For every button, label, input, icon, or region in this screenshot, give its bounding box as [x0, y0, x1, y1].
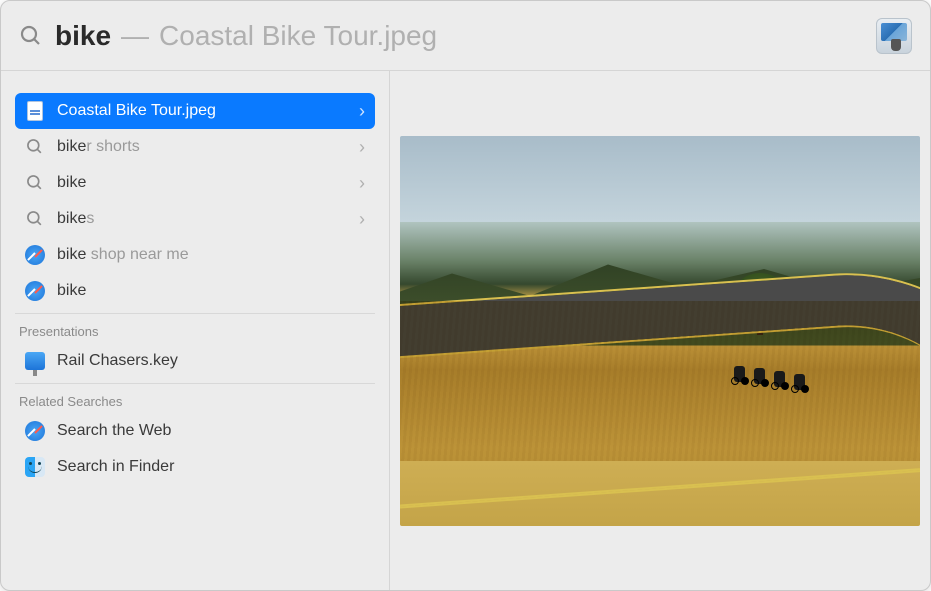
search-icon	[19, 24, 43, 48]
result-suggestion[interactable]: bikes ›	[15, 201, 375, 237]
search-icon	[25, 173, 45, 193]
result-web-suggestion[interactable]: bike shop near me	[15, 237, 375, 273]
section-header-related: Related Searches	[15, 383, 375, 413]
result-label: Search in Finder	[57, 458, 365, 476]
preview-pane	[390, 71, 930, 590]
result-presentation[interactable]: Rail Chasers.key	[15, 343, 375, 379]
chevron-right-icon: ›	[359, 173, 365, 194]
result-label: Search the Web	[57, 422, 365, 440]
search-header: bike — Coastal Bike Tour.jpeg	[1, 1, 930, 71]
result-search-finder[interactable]: Search in Finder	[15, 449, 375, 485]
result-suggestion[interactable]: biker shorts ›	[15, 129, 375, 165]
result-label: biker shorts	[57, 138, 353, 156]
safari-icon	[25, 245, 45, 265]
result-label: bike	[57, 174, 353, 192]
preview-image	[400, 136, 920, 526]
result-label: bike	[57, 282, 365, 300]
result-label: Coastal Bike Tour.jpeg	[57, 102, 353, 120]
result-label: bikes	[57, 210, 353, 228]
search-field[interactable]: bike — Coastal Bike Tour.jpeg	[55, 20, 876, 52]
keynote-icon	[25, 351, 45, 371]
chevron-right-icon: ›	[359, 137, 365, 158]
file-icon	[25, 101, 45, 121]
safari-icon	[25, 421, 45, 441]
section-header-presentations: Presentations	[15, 313, 375, 343]
results-sidebar: Coastal Bike Tour.jpeg › biker shorts › …	[1, 71, 390, 590]
search-query: bike	[55, 20, 111, 52]
result-web-suggestion[interactable]: bike	[15, 273, 375, 309]
result-top-hit[interactable]: Coastal Bike Tour.jpeg ›	[15, 93, 375, 129]
result-label: bike shop near me	[57, 246, 365, 264]
finder-icon	[25, 457, 45, 477]
result-label: Rail Chasers.key	[57, 352, 365, 370]
preview-app-icon	[876, 18, 912, 54]
chevron-right-icon: ›	[359, 209, 365, 230]
result-suggestion[interactable]: bike ›	[15, 165, 375, 201]
result-search-web[interactable]: Search the Web	[15, 413, 375, 449]
search-completion: Coastal Bike Tour.jpeg	[159, 20, 437, 52]
search-icon	[25, 209, 45, 229]
spotlight-window: bike — Coastal Bike Tour.jpeg Coastal Bi…	[0, 0, 931, 591]
search-icon	[25, 137, 45, 157]
search-separator: —	[121, 20, 149, 52]
safari-icon	[25, 281, 45, 301]
chevron-right-icon: ›	[359, 101, 365, 122]
content-body: Coastal Bike Tour.jpeg › biker shorts › …	[1, 71, 930, 590]
